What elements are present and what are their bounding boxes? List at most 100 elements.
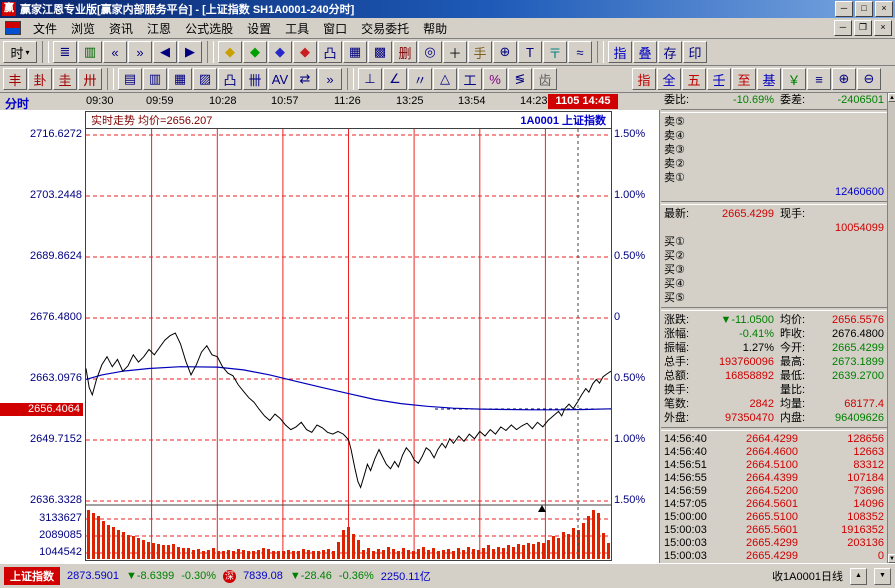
grid-small-icon[interactable]: ▦ [343,41,367,63]
fundamental-icon[interactable]: 基 [757,68,781,90]
quote-value: 96409626 [820,411,884,425]
prev-page-icon[interactable]: ◀ [153,41,177,63]
crosshair-icon[interactable]: ＋ [443,41,467,63]
grid-c-icon-glyph: ▦ [174,71,186,87]
quote-value: 97350470 [704,411,774,425]
toolbar-drawing-right: 指全五壬至基 ￥ ≡ ⊕⊖ [632,68,882,90]
status-right-label: 收1A0001日线 [772,568,843,584]
diamond-blue-icon[interactable]: ◆ [268,41,292,63]
last-page-icon[interactable]: » [128,41,152,63]
five-grade-icon[interactable]: 五 [682,68,706,90]
grid-a-icon[interactable]: ▤ [118,68,142,90]
zoom-out-icon[interactable]: ⊖ [857,68,881,90]
grid-d-icon[interactable]: ▨ [193,68,217,90]
info-icon[interactable]: 壬 [707,68,731,90]
menu-file[interactable]: 文件 [26,18,64,39]
status-scroll-up-button[interactable]: ▲ [850,568,867,585]
goto-icon[interactable]: 至 [732,68,756,90]
next-page-icon[interactable]: ▶ [178,41,202,63]
fullscreen-icon-glyph: 全 [662,70,675,89]
hand-tool-icon[interactable]: 手 [468,41,492,63]
fullscreen-icon[interactable]: 全 [657,68,681,90]
stat-row: 涨跌:▼-11.0500均价:2656.5576 [661,313,887,327]
status-index-name[interactable]: 上证指数 [4,567,60,585]
bars-tool-icon[interactable]: 卌 [243,68,267,90]
gann-box-icon[interactable]: 凸 [318,41,342,63]
menu-browse[interactable]: 浏览 [64,18,102,39]
menu-help[interactable]: 帮助 [416,18,454,39]
first-page-icon[interactable]: « [103,41,127,63]
kline-view-icon[interactable]: ▥ [78,41,102,63]
parallel-tool-icon[interactable]: 〃 [408,68,432,90]
bid-label: 买② [664,249,704,263]
period-selector-button[interactable]: 时▾ [3,41,37,63]
list-icon-glyph: ≡ [815,72,823,87]
menu-gann[interactable]: 江恩 [140,18,178,39]
percent-tool-icon[interactable]: % [483,68,507,90]
fund-flow-icon-glyph: ￥ [787,70,800,89]
tick-row: 15:00:032665.56011916352 [661,524,887,537]
time-axis-label: 10:28 [209,95,237,107]
flag-tool-icon[interactable]: 〒 [543,41,567,63]
triangle-tool-icon[interactable]: △ [433,68,457,90]
grid-b-icon[interactable]: ▥ [143,68,167,90]
scroll-down-icon[interactable]: ▼ [888,554,895,563]
menu-settings[interactable]: 设置 [240,18,278,39]
angle-tool-icon-glyph: ∠ [389,71,401,87]
diamond-green-icon[interactable]: ◆ [243,41,267,63]
angle-tool-icon[interactable]: ∠ [383,68,407,90]
scroll-up-icon[interactable]: ▲ [888,93,895,102]
measure-tool-icon[interactable]: 工 [458,68,482,90]
gann-line-icon[interactable]: 圭 [53,68,77,90]
grid-c-icon[interactable]: ▦ [168,68,192,90]
zoom-in-icon[interactable]: ⊕ [832,68,856,90]
menu-trade-order[interactable]: 交易委托 [354,18,416,39]
diamond-yellow-icon[interactable]: ◆ [218,41,242,63]
gann-grid-icon[interactable]: 卦 [28,68,52,90]
settings-gear-icon[interactable]: 齿 [533,68,557,90]
menu-window[interactable]: 窗口 [316,18,354,39]
list-icon[interactable]: ≡ [807,68,831,90]
erase-tool-icon[interactable]: 删 [393,41,417,63]
diamond-red-icon[interactable]: ◆ [293,41,317,63]
formula-icon[interactable]: 指 [632,68,656,90]
magnifier-icon[interactable]: ◎ [418,41,442,63]
menu-formula-stock-pick[interactable]: 公式选股 [178,18,240,39]
swap-tool-icon-glyph: ⇄ [300,71,311,87]
overlay-window-icon[interactable]: 叠 [633,41,657,63]
add-point-icon[interactable]: ⊕ [493,41,517,63]
menu-tools[interactable]: 工具 [278,18,316,39]
expand-more-icon[interactable]: » [318,68,342,90]
quote-label: 最高: [780,355,820,369]
zigzag-tool-icon[interactable]: ≶ [508,68,532,90]
intraday-chart[interactable] [85,128,612,561]
board-view-icon[interactable]: ≣ [53,41,77,63]
ask-total-row: 12460600 [661,185,887,199]
swap-tool-icon[interactable]: ⇄ [293,68,317,90]
status-scroll-down-button[interactable]: ▼ [874,568,891,585]
print-icon[interactable]: 印 [683,41,707,63]
mdi-restore-button[interactable]: ❐ [854,20,872,36]
gann-box2-icon[interactable]: 卅 [78,68,102,90]
wave-tool-icon[interactable]: ≈ [568,41,592,63]
text-tool-icon[interactable]: T [518,41,542,63]
av-tool-icon[interactable]: AV [268,68,292,90]
fund-flow-icon[interactable]: ￥ [782,68,806,90]
quote-scrollbar[interactable]: ▲ ▼ [887,93,895,563]
grid-d-icon-glyph: ▨ [199,71,211,87]
menu-news[interactable]: 资讯 [102,18,140,39]
indicator-window-icon[interactable]: 指 [608,41,632,63]
bump-tool-icon[interactable]: 凸 [218,68,242,90]
gann-fan-icon[interactable]: 丰 [3,68,27,90]
quote-value [820,383,884,397]
minimize-button[interactable]: ─ [835,1,853,17]
vline-tool-icon[interactable]: ⊥ [358,68,382,90]
grid-shade-icon[interactable]: ▩ [368,41,392,63]
mdi-minimize-button[interactable]: ─ [834,20,852,36]
close-button[interactable]: × [875,1,893,17]
save-image-icon[interactable]: 存 [658,41,682,63]
maximize-button[interactable]: □ [855,1,873,17]
mdi-close-button[interactable]: × [874,20,892,36]
title-bar: 赢 赢家江恩专业版[赢家内部服务平台] - [上证指数 SH1A0001-240… [0,0,895,18]
application-window: 赢 赢家江恩专业版[赢家内部服务平台] - [上证指数 SH1A0001-240… [0,0,895,588]
